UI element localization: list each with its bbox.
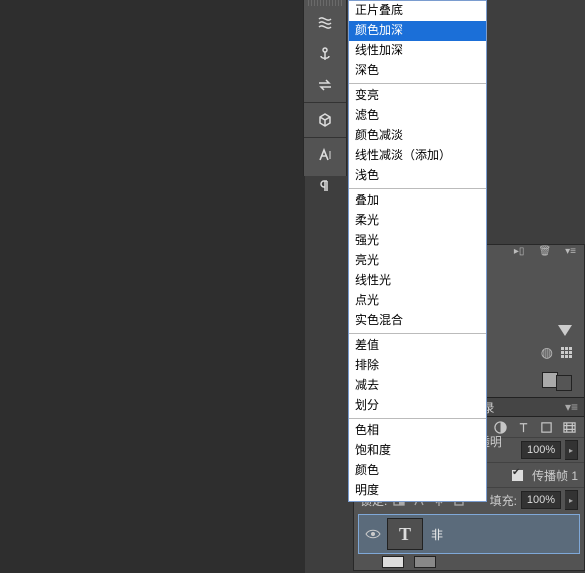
options-tool-strip xyxy=(303,0,347,176)
anchor-tool-icon[interactable] xyxy=(309,40,341,68)
warp-tool-icon[interactable] xyxy=(309,9,341,37)
opacity-value[interactable]: 100% xyxy=(521,441,561,459)
propagate-checkbox[interactable] xyxy=(511,469,524,482)
swap-tool-icon[interactable] xyxy=(309,71,341,99)
blend-mode-option[interactable]: 叠加 xyxy=(349,191,486,211)
blend-mode-option[interactable]: 颜色减淡 xyxy=(349,126,486,146)
layer-thumbnail: T xyxy=(387,518,423,550)
canvas-area xyxy=(0,0,305,573)
filter-smart-icon[interactable] xyxy=(563,421,576,434)
blend-mode-option[interactable]: 滤色 xyxy=(349,106,486,126)
blend-mode-option[interactable]: 颜色加深 xyxy=(349,21,486,41)
blend-mode-option[interactable]: 深色 xyxy=(349,61,486,81)
blend-mode-option[interactable]: 点光 xyxy=(349,291,486,311)
blend-mode-option[interactable]: 正片叠底 xyxy=(349,1,486,21)
divider xyxy=(304,137,346,138)
blend-mode-option[interactable]: 明度 xyxy=(349,481,486,501)
blend-mode-menu: 正片叠底颜色加深线性加深深色 变亮滤色颜色减淡线性减淡（添加）浅色 叠加柔光强光… xyxy=(348,0,487,502)
blend-mode-option[interactable]: 柔光 xyxy=(349,211,486,231)
frame-thumb[interactable] xyxy=(382,556,404,568)
globe-icon[interactable]: ◍ xyxy=(541,344,553,361)
filter-adjust-icon[interactable] xyxy=(494,421,507,434)
fill-stepper-icon[interactable]: ▸ xyxy=(565,490,578,510)
visibility-toggle-icon[interactable] xyxy=(359,528,387,540)
blend-mode-option[interactable]: 亮光 xyxy=(349,251,486,271)
blend-mode-option[interactable]: 减去 xyxy=(349,376,486,396)
blend-mode-option[interactable]: 线性减淡（添加） xyxy=(349,146,486,166)
panel-menu-icon[interactable]: ▾≡ xyxy=(565,246,576,257)
divider xyxy=(304,102,346,103)
panel-grip[interactable] xyxy=(308,0,342,6)
paragraph-panel-icon[interactable] xyxy=(309,172,341,200)
blend-mode-option[interactable]: 差值 xyxy=(349,336,486,356)
grid-view-icon[interactable] xyxy=(561,347,572,358)
blend-mode-option[interactable]: 线性加深 xyxy=(349,41,486,61)
background-swatch[interactable] xyxy=(556,375,572,391)
dropdown-triangle-icon[interactable] xyxy=(558,325,572,336)
blend-mode-option[interactable]: 饱和度 xyxy=(349,441,486,461)
blend-mode-option[interactable]: 强光 xyxy=(349,231,486,251)
layer-row[interactable]: T 非 xyxy=(358,514,580,554)
blend-mode-option[interactable]: 色相 xyxy=(349,421,486,441)
3d-tool-icon[interactable] xyxy=(309,106,341,134)
layer-name[interactable]: 非 xyxy=(431,526,443,543)
blend-mode-option[interactable]: 颜色 xyxy=(349,461,486,481)
blend-mode-option[interactable]: 排除 xyxy=(349,356,486,376)
char-panel-icon[interactable] xyxy=(309,141,341,169)
layer-thumbs-strip xyxy=(354,556,584,570)
fill-value[interactable]: 100% xyxy=(521,491,561,509)
collapse-icon[interactable]: ▸▯ xyxy=(514,246,525,257)
trash-icon[interactable]: 🗑 xyxy=(538,246,551,257)
blend-mode-option[interactable]: 实色混合 xyxy=(349,311,486,331)
blend-mode-option[interactable]: 划分 xyxy=(349,396,486,416)
frame-thumb[interactable] xyxy=(414,556,436,568)
type-layer-glyph: T xyxy=(399,524,411,545)
blend-mode-option[interactable]: 浅色 xyxy=(349,166,486,186)
blend-mode-option[interactable]: 变亮 xyxy=(349,86,486,106)
blend-mode-option[interactable]: 线性光 xyxy=(349,271,486,291)
filter-shape-icon[interactable] xyxy=(540,421,553,434)
panel-menu-icon[interactable]: ▾≡ xyxy=(565,400,578,414)
opacity-stepper-icon[interactable]: ▸ xyxy=(565,440,578,460)
fill-label: 填充: xyxy=(490,492,517,509)
filter-type-icon[interactable] xyxy=(517,421,530,434)
propagate-label: 传播帧 1 xyxy=(532,467,578,484)
